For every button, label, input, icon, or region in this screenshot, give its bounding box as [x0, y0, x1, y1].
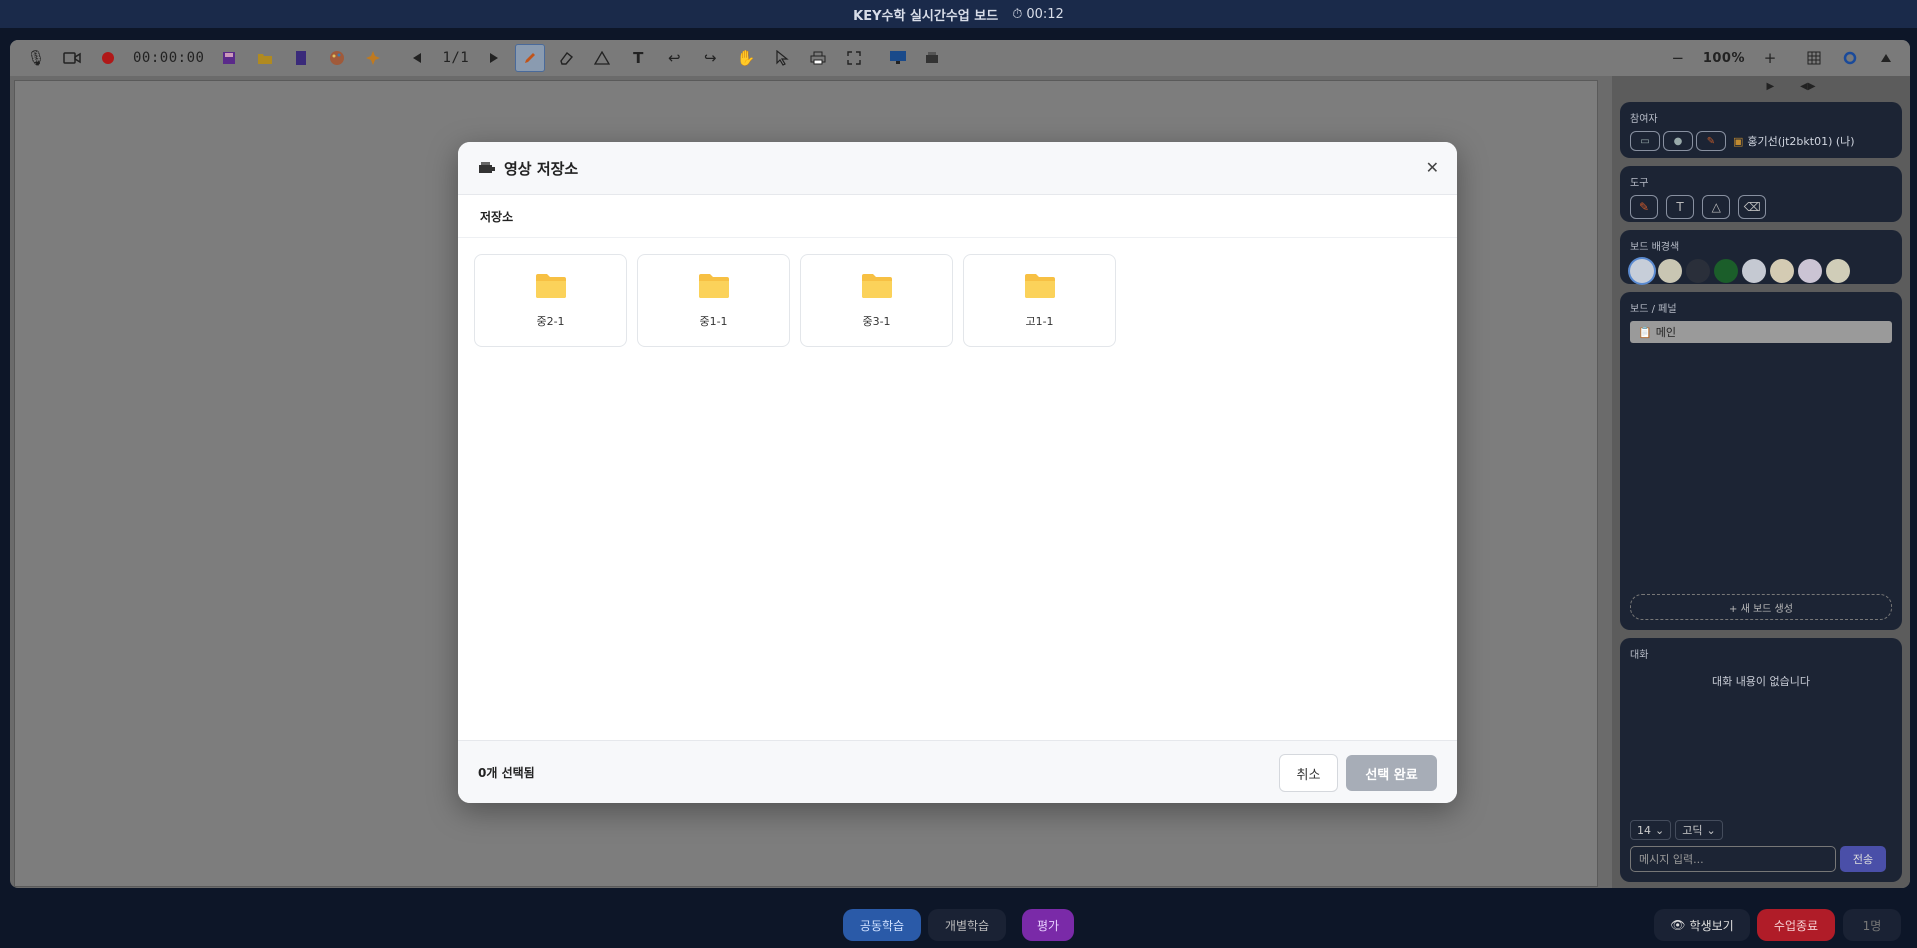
- title-bar: KEY수학 실시간수업 보드 ⏱ 00:12: [0, 0, 1917, 28]
- confirm-selection-button[interactable]: 선택 완료: [1346, 755, 1437, 791]
- folder-label: 고1-1: [1025, 314, 1054, 328]
- folder-icon: [1024, 273, 1056, 303]
- folder-card[interactable]: 고1-1: [963, 254, 1116, 347]
- video-storage-icon: [478, 159, 496, 178]
- selected-count: 0개 선택됨: [478, 765, 535, 780]
- breadcrumb: 저장소: [458, 195, 1457, 238]
- cancel-button[interactable]: 취소: [1279, 754, 1338, 792]
- folder-label: 중1-1: [699, 314, 728, 328]
- stopwatch-icon: ⏱: [1012, 6, 1023, 22]
- folder-icon: [861, 273, 893, 303]
- folder-icon: [698, 273, 730, 303]
- dialog-header: 영상 저장소 ✕: [458, 142, 1457, 195]
- close-icon[interactable]: ✕: [1426, 158, 1439, 177]
- folder-card[interactable]: 중2-1: [474, 254, 627, 347]
- video-storage-dialog: 영상 저장소 ✕ 저장소 중2-1 중1-1 중3-1 고1-1 0개 선택됨 취소 …: [458, 142, 1457, 803]
- dialog-footer: 0개 선택됨 취소 선택 완료: [458, 740, 1457, 803]
- app-title: KEY수학 실시간수업 보드: [853, 8, 999, 24]
- folder-icon: [535, 273, 567, 303]
- folder-label: 중2-1: [536, 314, 565, 328]
- session-timer: ⏱ 00:12: [1012, 7, 1064, 22]
- folder-label: 중3-1: [862, 314, 891, 328]
- dialog-title: 영상 저장소: [504, 159, 579, 178]
- timer-value: 00:12: [1026, 6, 1064, 22]
- folder-card[interactable]: 중1-1: [637, 254, 790, 347]
- folder-card[interactable]: 중3-1: [800, 254, 953, 347]
- folder-grid: 중2-1 중1-1 중3-1 고1-1: [458, 238, 1457, 363]
